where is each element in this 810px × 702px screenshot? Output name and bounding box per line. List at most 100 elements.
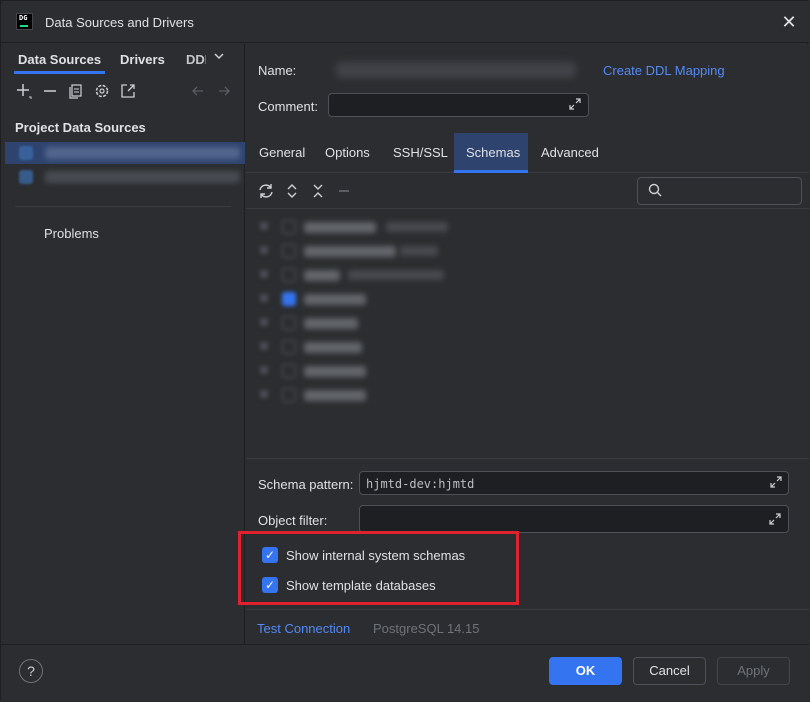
tree-row[interactable] [260, 362, 460, 382]
back-arrow-icon[interactable] [189, 82, 207, 100]
schema-checkbox[interactable] [282, 316, 296, 330]
settings-icon[interactable] [93, 82, 111, 100]
tree-row[interactable] [260, 290, 460, 310]
tree-row[interactable] [260, 266, 460, 286]
schema-checkbox[interactable] [282, 340, 296, 354]
schemas-toolbar [246, 173, 809, 209]
left-panel: Data Sources Drivers DDL [1, 44, 245, 644]
redacted-text [400, 246, 438, 256]
expand-arrow-icon[interactable] [260, 270, 268, 278]
expand-arrow-icon[interactable] [260, 390, 268, 398]
left-tabs: Data Sources Drivers DDL [1, 44, 245, 74]
forward-arrow-icon[interactable] [215, 82, 233, 100]
tab-data-sources[interactable]: Data Sources [13, 52, 106, 74]
tree-row[interactable] [260, 314, 460, 334]
create-ddl-mapping-link[interactable]: Create DDL Mapping [603, 63, 725, 78]
name-field[interactable] [336, 62, 576, 78]
expand-arrow-icon[interactable] [260, 342, 268, 350]
left-toolbar [1, 74, 245, 108]
problems-item[interactable]: Problems [44, 226, 99, 241]
divider [15, 206, 231, 207]
redacted-text [304, 390, 366, 401]
minus-icon[interactable] [335, 182, 353, 200]
tab-options[interactable]: Options [313, 133, 382, 173]
redacted-text [304, 246, 396, 257]
tree-row[interactable] [260, 386, 460, 406]
tree-row[interactable] [260, 338, 460, 358]
object-filter-field[interactable] [359, 505, 789, 533]
redacted-text [386, 222, 448, 232]
tree-row[interactable] [260, 242, 460, 262]
expand-arrow-icon[interactable] [260, 318, 268, 326]
expand-all-icon[interactable] [283, 182, 301, 200]
schema-search-input[interactable] [637, 177, 802, 205]
redacted-text [304, 222, 376, 233]
expand-arrow-icon[interactable] [260, 222, 268, 230]
schema-checkbox[interactable] [282, 388, 296, 402]
redacted-text [45, 171, 240, 183]
schema-pattern-label: Schema pattern: [258, 477, 354, 492]
tab-ddl[interactable]: DDL [186, 52, 206, 67]
checkbox-checked-icon[interactable]: ✓ [262, 547, 278, 563]
datagrip-logo-icon: DG [16, 13, 33, 30]
schemas-tree [246, 210, 809, 458]
schema-pattern-field[interactable]: hjmtd-dev:hjmtd [359, 471, 789, 495]
database-icon [19, 170, 33, 184]
expand-arrow-icon[interactable] [260, 246, 268, 254]
redacted-text [304, 318, 358, 329]
checkbox-checked-icon[interactable]: ✓ [262, 577, 278, 593]
tab-ssh-ssl[interactable]: SSH/SSL [381, 133, 460, 173]
close-icon[interactable]: ✕ [779, 13, 799, 33]
show-template-databases-label: Show template databases [286, 578, 436, 593]
remove-icon[interactable] [41, 82, 59, 100]
schema-checkbox[interactable] [282, 244, 296, 258]
expand-arrow-icon[interactable] [260, 366, 268, 374]
comment-field[interactable] [328, 93, 589, 117]
test-connection-link[interactable]: Test Connection [257, 621, 350, 636]
expand-arrow-icon[interactable] [260, 294, 268, 302]
show-internal-schemas-label: Show internal system schemas [286, 548, 466, 563]
help-icon[interactable]: ? [19, 659, 43, 683]
chevron-down-icon[interactable] [213, 50, 225, 65]
data-source-item[interactable] [5, 166, 245, 188]
ok-button[interactable]: OK [549, 657, 622, 685]
redacted-text [45, 147, 240, 159]
tab-drivers[interactable]: Drivers [120, 52, 165, 67]
collapse-all-icon[interactable] [309, 182, 327, 200]
schema-checkbox[interactable] [282, 268, 296, 282]
data-sources-dialog: DG Data Sources and Drivers ✕ Data Sourc… [0, 0, 809, 701]
schema-checkbox-checked[interactable] [282, 292, 296, 306]
window-title: Data Sources and Drivers [45, 15, 194, 30]
expand-icon[interactable] [769, 475, 783, 492]
redacted-text [304, 342, 362, 353]
open-external-icon[interactable] [119, 82, 137, 100]
add-icon[interactable] [15, 82, 33, 100]
settings-tabs: General Options SSH/SSL Schemas Advanced [246, 133, 809, 173]
redacted-text [304, 294, 366, 305]
cancel-button[interactable]: Cancel [633, 657, 706, 685]
data-source-item[interactable] [5, 142, 245, 164]
apply-button[interactable]: Apply [717, 657, 790, 685]
project-data-sources-heading: Project Data Sources [15, 120, 146, 135]
duplicate-icon[interactable] [67, 82, 85, 100]
driver-version-text: PostgreSQL 14.15 [373, 621, 480, 636]
schema-checkbox[interactable] [282, 220, 296, 234]
divider [246, 458, 809, 459]
expand-icon[interactable] [768, 512, 782, 529]
comment-label: Comment: [258, 99, 318, 114]
object-filter-label: Object filter: [258, 513, 328, 528]
redacted-text [304, 366, 366, 377]
tab-advanced[interactable]: Advanced [529, 133, 611, 173]
right-panel: Name: Create DDL Mapping Comment: Genera… [238, 44, 809, 644]
name-label: Name: [258, 63, 297, 78]
tab-general[interactable]: General [247, 133, 317, 173]
expand-icon[interactable] [568, 97, 582, 114]
schema-checkbox[interactable] [282, 364, 296, 378]
highlight-annotation-box [238, 531, 519, 605]
refresh-icon[interactable] [257, 182, 275, 200]
search-icon [648, 183, 662, 200]
tree-row[interactable] [260, 218, 460, 238]
title-bar: DG Data Sources and Drivers ✕ [1, 1, 809, 43]
redacted-text [348, 270, 444, 280]
tab-schemas[interactable]: Schemas [454, 133, 528, 173]
